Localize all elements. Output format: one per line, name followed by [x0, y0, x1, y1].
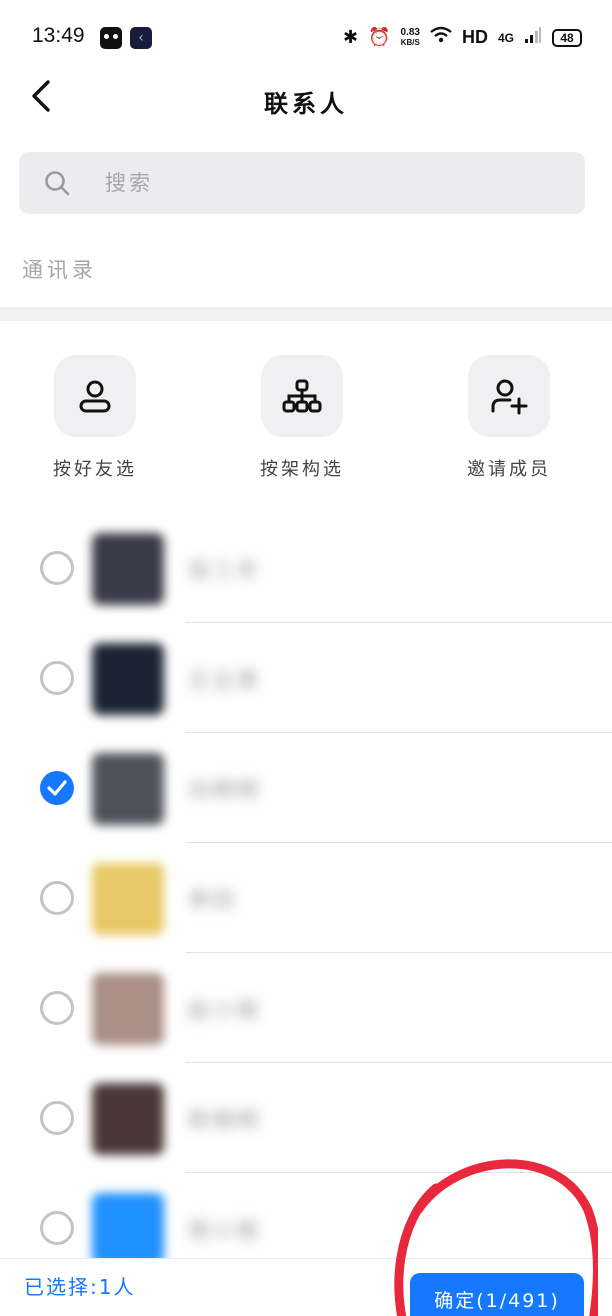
checkbox-unchecked[interactable]: [40, 661, 74, 695]
status-time: 13:49: [32, 24, 85, 47]
battery-icon: 48: [552, 28, 582, 47]
checkbox-checked[interactable]: [40, 771, 74, 805]
wifi-icon: [430, 26, 452, 49]
avatar: [92, 1193, 164, 1265]
contact-name: 李四: [188, 889, 237, 914]
bluetooth-icon: ✱: [343, 27, 359, 47]
app-notification-icon-2: ‹: [130, 27, 152, 49]
nav-bar: 联系人: [0, 62, 612, 132]
selected-count[interactable]: 已选择:1人: [24, 1271, 135, 1300]
section-divider: [0, 307, 612, 321]
avatar: [92, 973, 164, 1045]
avatar: [92, 643, 164, 715]
signal-icon: [524, 26, 542, 49]
select-by-structure-button[interactable]: 按架构选: [232, 355, 372, 481]
contact-name: 张三丰: [188, 559, 261, 584]
contact-row[interactable]: 刘明明: [0, 733, 612, 843]
hd-indicator: HD: [461, 27, 488, 47]
contact-list: 张三丰王五哥刘明明李四赵小雨陈晓明周小丽: [0, 513, 612, 1283]
confirm-button[interactable]: 确定(1/491): [410, 1273, 584, 1316]
net-speed: 0.83 KB/S: [400, 26, 420, 48]
avatar: [92, 863, 164, 935]
net-speed-value: 0.83: [400, 26, 420, 38]
network-type: 4G: [497, 30, 514, 45]
checkbox-unchecked[interactable]: [40, 551, 74, 585]
contact-name: 周小丽: [188, 1219, 261, 1244]
contact-name: 王五哥: [188, 669, 261, 694]
qa-icon-box: [261, 355, 343, 437]
select-by-friends-button[interactable]: 按好友选: [25, 355, 165, 481]
alarm-icon: ⏰: [368, 27, 391, 47]
checkbox-unchecked[interactable]: [40, 1211, 74, 1245]
section-label-contacts: 通讯录: [22, 258, 97, 282]
status-indicators: ✱ ⏰ 0.83 KB/S HD 4G 48: [343, 26, 582, 49]
search-bar[interactable]: [19, 152, 585, 214]
add-person-icon: [491, 379, 528, 415]
bottom-bar: 已选择:1人 确定(1/491): [0, 1258, 612, 1316]
search-icon: [45, 171, 70, 196]
qa-label: 按好友选: [53, 459, 137, 480]
page-title: 联系人: [264, 90, 348, 118]
qa-label: 邀请成员: [467, 459, 551, 480]
quick-actions: 按好友选 按架构选 邀请成员: [0, 355, 612, 485]
contact-row[interactable]: 陈晓明: [0, 1063, 612, 1173]
contact-name: 赵小雨: [188, 999, 261, 1024]
contact-name: 刘明明: [188, 779, 261, 804]
contact-name: 陈晓明: [188, 1109, 261, 1134]
qa-label: 按架构选: [260, 459, 344, 480]
net-speed-unit: KB/S: [400, 37, 420, 47]
checkbox-unchecked[interactable]: [40, 991, 74, 1025]
qa-icon-box: [54, 355, 136, 437]
app-notification-icon: [100, 27, 122, 49]
search-input[interactable]: [105, 152, 565, 214]
invite-member-button[interactable]: 邀请成员: [439, 355, 579, 481]
checkbox-unchecked[interactable]: [40, 881, 74, 915]
person-icon: [79, 380, 111, 413]
avatar: [92, 1083, 164, 1155]
contact-row[interactable]: 李四: [0, 843, 612, 953]
avatar: [92, 753, 164, 825]
avatar: [92, 533, 164, 605]
org-chart-icon: [282, 379, 322, 413]
contact-row[interactable]: 赵小雨: [0, 953, 612, 1063]
qa-icon-box: [468, 355, 550, 437]
contact-row[interactable]: 张三丰: [0, 513, 612, 623]
checkbox-unchecked[interactable]: [40, 1101, 74, 1135]
check-icon: [47, 780, 67, 796]
contact-row[interactable]: 王五哥: [0, 623, 612, 733]
